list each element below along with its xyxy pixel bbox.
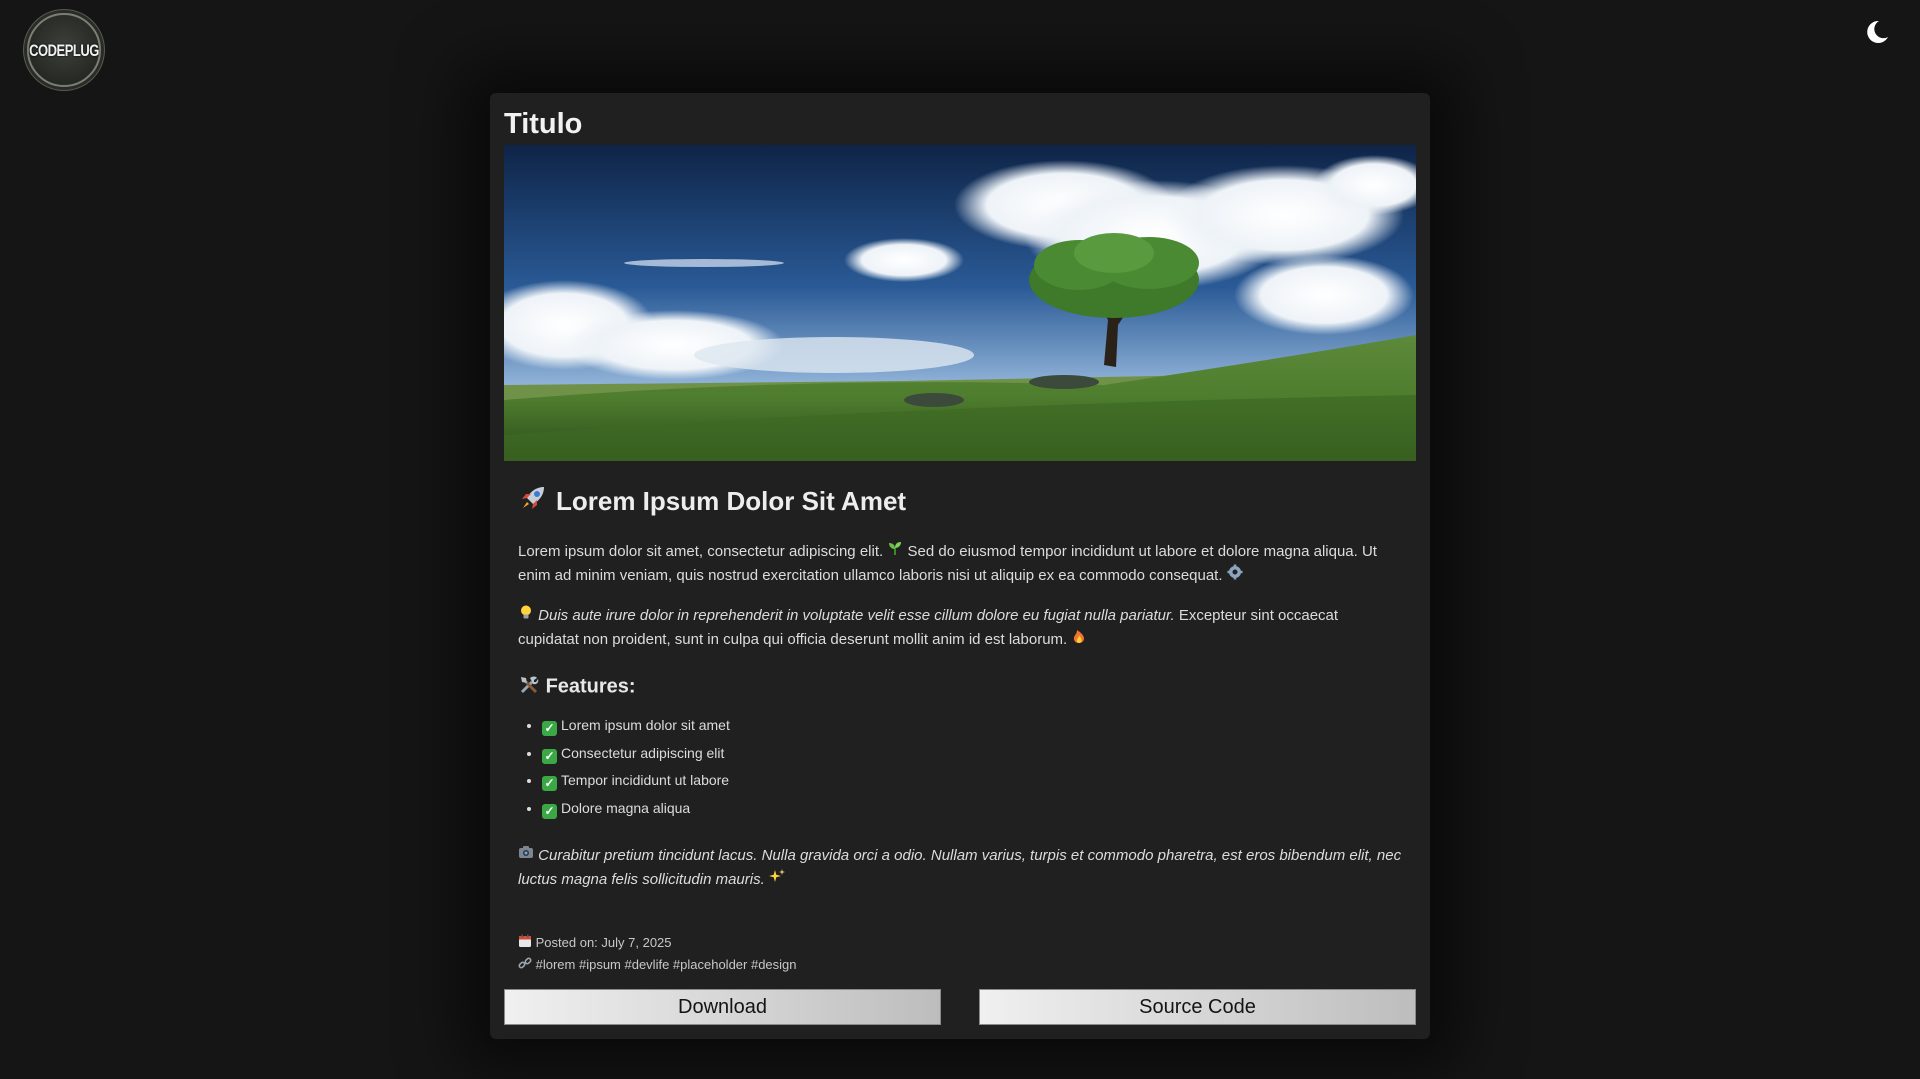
tags[interactable]: #lorem #ipsum #devlife #placeholder #des… xyxy=(536,957,797,972)
post-title-text: Lorem Ipsum Dolor Sit Amet xyxy=(556,486,907,516)
logo-text: CODEPLUG xyxy=(29,40,99,60)
feature-text: Tempor incididunt ut labore xyxy=(561,772,730,789)
gear-icon xyxy=(1227,564,1243,588)
list-item: ✓Consectetur adipiscing elit xyxy=(542,740,1402,768)
download-button[interactable]: Download xyxy=(504,989,941,1025)
tools-icon xyxy=(518,674,540,700)
features-title-text: Features: xyxy=(545,675,636,698)
post-content: Lorem Ipsum Dolor Sit Amet Lorem ipsum d… xyxy=(504,483,1416,976)
post-card: Titulo Lorem Ipsum Dolor Sit Amet Lorem … xyxy=(490,93,1430,1039)
checkmark-icon: ✓ xyxy=(542,748,557,764)
paragraph3-italic: Curabitur pretium tincidunt lacus. Nulla… xyxy=(518,847,1402,889)
camera-icon xyxy=(518,844,534,868)
rocket-icon xyxy=(518,483,548,520)
codeplug-logo[interactable]: CODEPLUG xyxy=(27,13,101,87)
posted-label: Posted on: xyxy=(535,935,598,951)
sparkles-icon xyxy=(768,868,785,892)
features-list: ✓Lorem ipsum dolor sit amet ✓Consectetur… xyxy=(518,712,1402,822)
link-icon xyxy=(518,955,532,976)
paragraph1-start: Lorem ipsum dolor sit amet, consectetur … xyxy=(518,543,884,560)
checkmark-icon: ✓ xyxy=(542,721,557,737)
fire-icon xyxy=(1071,628,1087,652)
feature-text: Consectetur adipiscing elit xyxy=(561,744,725,761)
checkmark-icon: ✓ xyxy=(542,803,557,819)
post-meta: Posted on: July 7, 2025 #lorem #ipsum #d… xyxy=(518,932,1402,976)
card-title: Titulo xyxy=(504,108,583,140)
paragraph2-italic: Duis aute irure dolor in reprehenderit i… xyxy=(538,607,1175,625)
list-item: ✓Lorem ipsum dolor sit amet xyxy=(542,712,1402,740)
second-paragraph: Duis aute irure dolor in reprehenderit i… xyxy=(518,604,1402,652)
posted-date-row: Posted on: July 7, 2025 xyxy=(518,932,1402,954)
intro-paragraph: Lorem ipsum dolor sit amet, consectetur … xyxy=(518,540,1402,588)
checkmark-icon: ✓ xyxy=(542,776,557,792)
hero-image xyxy=(504,145,1416,461)
seedling-icon xyxy=(887,540,903,564)
source-code-button[interactable]: Source Code xyxy=(979,989,1416,1025)
feature-text: Dolore magna aliqua xyxy=(561,799,691,816)
tags-row: #lorem #ipsum #devlife #placeholder #des… xyxy=(518,954,1402,976)
moon-icon[interactable] xyxy=(1862,18,1890,46)
action-buttons: Download Source Code xyxy=(504,989,1416,1025)
feature-text: Lorem ipsum dolor sit amet xyxy=(561,717,730,734)
post-title: Lorem Ipsum Dolor Sit Amet xyxy=(518,483,1402,520)
list-item: ✓Dolore magna aliqua xyxy=(542,795,1402,823)
third-paragraph: Curabitur pretium tincidunt lacus. Nulla… xyxy=(518,844,1402,892)
features-heading: Features: xyxy=(518,674,1402,700)
lightbulb-icon xyxy=(518,604,534,628)
list-item: ✓Tempor incididunt ut labore xyxy=(542,767,1402,795)
posted-date: July 7, 2025 xyxy=(601,935,672,951)
calendar-icon xyxy=(518,933,532,954)
